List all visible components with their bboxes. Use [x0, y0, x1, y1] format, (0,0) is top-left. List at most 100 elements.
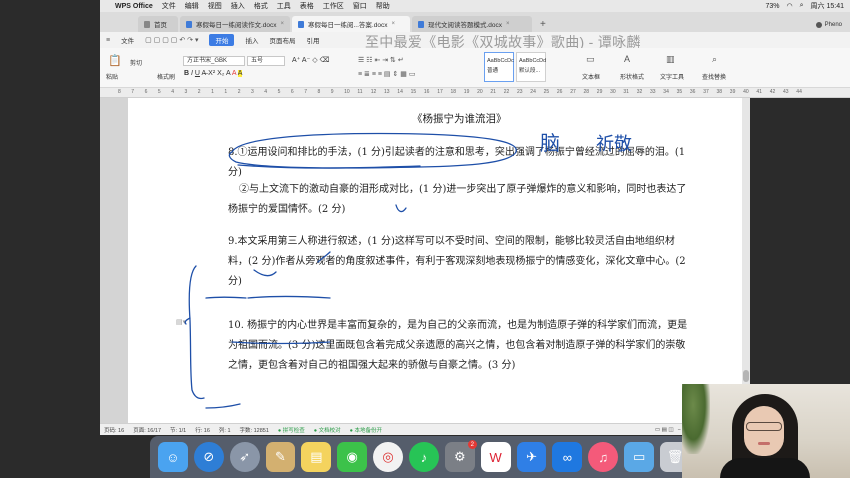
- text-box-button[interactable]: 文本框: [582, 72, 600, 81]
- ruler-tick: 1: [211, 89, 214, 95]
- menu-view[interactable]: 视图: [208, 1, 222, 11]
- ruler-tick: 5: [277, 89, 281, 95]
- wps-icon[interactable]: W: [480, 442, 511, 472]
- close-icon[interactable]: ×: [506, 21, 510, 27]
- menu-format[interactable]: 格式: [254, 1, 268, 11]
- vertical-scrollbar[interactable]: [742, 98, 750, 423]
- list-buttons[interactable]: ☰ ☷ ⇤ ⇥ ⇅ ↵: [358, 56, 404, 64]
- wechat-icon[interactable]: ◉: [337, 442, 368, 472]
- hamburger-icon[interactable]: ≡: [106, 37, 110, 44]
- find-replace-button[interactable]: 查找替换: [702, 72, 726, 81]
- status-page[interactable]: 页面: 16/17: [133, 426, 161, 434]
- ruler[interactable]: 8 7 6 5 4 3 2 1 1 2 3 4 5 6 7 8 9 10 11 12 13 14 15 16 17 18 19 20 2…: [100, 88, 850, 98]
- feishu-icon[interactable]: ✈: [516, 442, 547, 472]
- finder-icon[interactable]: ☺: [158, 442, 188, 472]
- cut-button[interactable]: 剪切: [130, 58, 142, 67]
- status-row: 行: 16: [195, 427, 210, 434]
- text-tools-button[interactable]: 文字工具: [660, 72, 684, 81]
- style-normal-sample: AaBbCcDc: [487, 58, 514, 64]
- status-words[interactable]: 字数: 12851: [240, 426, 269, 434]
- music-player-icon[interactable]: ♪: [409, 442, 439, 472]
- doc-check-button[interactable]: ● 文档校对: [314, 426, 341, 434]
- paragraph-handle-icon[interactable]: ▤▾: [176, 318, 186, 327]
- tab-start[interactable]: 开始: [209, 34, 235, 46]
- ruler-tick: 33: [650, 89, 656, 95]
- tab-insert[interactable]: 插入: [245, 35, 258, 45]
- menu-edit[interactable]: 编辑: [185, 1, 199, 11]
- tab-page-layout[interactable]: 页面布局: [269, 35, 295, 45]
- ruler-tick: 12: [370, 89, 377, 95]
- shape-format-icon[interactable]: A: [624, 54, 630, 64]
- font-size-select[interactable]: 五号: [247, 56, 285, 66]
- tab-doc-2[interactable]: 寒假每日一练阅...答案.docx ×: [292, 16, 410, 32]
- ruler-tick: 35: [676, 89, 683, 95]
- menu-window[interactable]: 窗口: [353, 1, 367, 11]
- close-icon[interactable]: ×: [391, 21, 395, 27]
- search-icon[interactable]: ⌕: [800, 2, 804, 10]
- add-tab-icon[interactable]: +: [534, 16, 552, 32]
- text-box-icon[interactable]: ▭: [586, 54, 595, 65]
- wifi-icon[interactable]: ◠: [787, 2, 793, 10]
- menu-workspace[interactable]: 工作区: [323, 1, 344, 11]
- xmind-icon[interactable]: ∞: [552, 442, 583, 472]
- ruler-tick: 5: [157, 89, 161, 95]
- menu-help[interactable]: 帮助: [376, 1, 390, 11]
- document-title: 《杨振宁为谁流泪》: [412, 113, 507, 125]
- settings-icon[interactable]: ⚙ 2: [444, 440, 477, 472]
- style-default-para[interactable]: AaBbCcDd 默认段...: [516, 52, 546, 82]
- view-mode-icons[interactable]: ▭ ▤ ◫: [655, 427, 674, 433]
- folder-icon[interactable]: ▭: [624, 442, 655, 472]
- itunes-icon[interactable]: ♫: [588, 442, 619, 472]
- tab-reference[interactable]: 引用: [306, 35, 319, 45]
- quick-access-icons[interactable]: ▢ ▢ ▢ ▢ ↶ ↷ ▾: [145, 36, 198, 44]
- spell-check-label: 拼写检查: [282, 427, 305, 434]
- chrome-icon[interactable]: ◎: [373, 442, 404, 472]
- ribbon-file[interactable]: 文件: [121, 35, 134, 45]
- app-name[interactable]: WPS Office: [115, 3, 153, 10]
- font-size-buttons[interactable]: A⁺ A⁻ ◇ ⌫: [292, 56, 329, 64]
- menu-tools[interactable]: 工具: [277, 1, 291, 11]
- backup-button[interactable]: ● 本地备份开: [350, 426, 382, 434]
- ruler-tick: 23: [517, 89, 523, 95]
- status-page-num[interactable]: 页码: 16: [104, 426, 124, 434]
- scrollbar-thumb[interactable]: [743, 370, 749, 382]
- menu-file[interactable]: 文件: [162, 1, 176, 11]
- user-account[interactable]: Pheno: [815, 22, 850, 32]
- clock[interactable]: 周六 15:41: [811, 1, 844, 11]
- close-icon[interactable]: ×: [280, 21, 284, 27]
- tab-doc-1[interactable]: 寒假每日一练阅读作文.docx ×: [180, 16, 290, 32]
- find-icon[interactable]: ⌕: [712, 54, 717, 65]
- menu-insert[interactable]: 插入: [231, 1, 245, 11]
- tab-home[interactable]: 首页: [138, 16, 178, 32]
- text-format-buttons[interactable]: B I U A̶ X² X₂ A A A: [184, 70, 243, 77]
- ruler-tick: 15: [410, 89, 417, 95]
- webcam-overlay: [682, 384, 850, 478]
- style-normal[interactable]: AaBbCcDc 普通: [484, 52, 514, 82]
- status-bar: 页码: 16 页面: 16/17 节: 1/1 行: 16 列: 1 字数: 1…: [100, 423, 750, 435]
- ruler-tick: 26: [556, 89, 563, 95]
- tab-doc-3[interactable]: 现代文阅读答题模式.docx ×: [412, 16, 532, 32]
- ruler-tick: 9: [330, 89, 334, 95]
- paste-icon[interactable]: 📋: [108, 54, 122, 67]
- text-tools-icon[interactable]: ▥: [666, 54, 675, 65]
- backup-label: 本地备份开: [354, 427, 383, 434]
- notes-icon[interactable]: ▤: [301, 442, 332, 472]
- preview-icon[interactable]: ✎: [265, 442, 296, 472]
- align-buttons[interactable]: ≡ ≣ ≡ ≡ ▤ ⇕ ▦ ▭: [358, 70, 415, 78]
- ruler-tick: 28: [583, 89, 590, 95]
- font-name-select[interactable]: 方正书宋_GBK: [183, 56, 245, 66]
- ruler-tick: 37: [703, 89, 709, 95]
- spell-check-button[interactable]: ● 拼写检查: [278, 426, 305, 434]
- menu-table[interactable]: 表格: [300, 1, 314, 11]
- ruler-tick: 38: [716, 89, 723, 95]
- rocket-icon[interactable]: ➶: [229, 442, 260, 472]
- ruler-tick: 6: [144, 89, 148, 95]
- style-default-label: 默认段...: [519, 68, 541, 74]
- ruler-tick: 36: [689, 89, 696, 95]
- format-painter-button[interactable]: 格式刷: [157, 72, 175, 81]
- launchpad-icon[interactable]: ⊘: [193, 442, 224, 472]
- shape-format-button[interactable]: 形状格式: [620, 72, 644, 81]
- paste-button[interactable]: 粘贴: [106, 72, 118, 81]
- home-icon: [144, 20, 150, 28]
- zoom-out-icon[interactable]: −: [678, 427, 681, 433]
